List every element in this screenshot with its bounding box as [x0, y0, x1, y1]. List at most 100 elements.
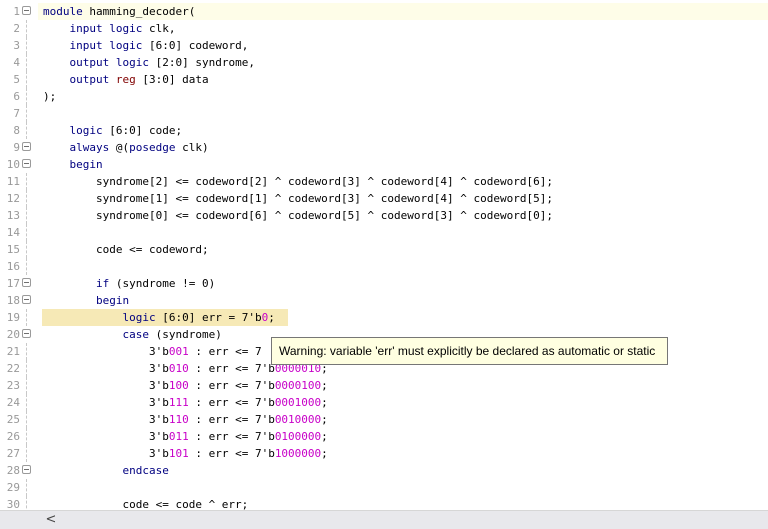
- fold-guide: [26, 258, 27, 275]
- fold-guide: [26, 37, 27, 54]
- number-literal: 100: [168, 379, 189, 392]
- line-number: 6: [13, 90, 20, 103]
- code-line[interactable]: 25 3'b110 : err <= 7'b0010000;: [0, 411, 768, 428]
- fold-guide: [26, 54, 27, 71]
- fold-guide: [26, 20, 27, 37]
- code-line[interactable]: 9 always @(posedge clk): [0, 139, 768, 156]
- code-token: ;: [268, 311, 275, 324]
- code-token: [3:0] data: [135, 73, 209, 86]
- line-number: 11: [6, 175, 20, 188]
- code-token: ;: [321, 379, 328, 392]
- code-line[interactable]: 3 input logic [6:0] codeword,: [0, 37, 768, 54]
- fold-toggle-icon[interactable]: [22, 159, 31, 168]
- line-number: 2: [13, 22, 20, 35]
- code-line[interactable]: 12 syndrome[1] <= codeword[1] ^ codeword…: [0, 190, 768, 207]
- fold-toggle-icon[interactable]: [22, 142, 31, 151]
- keyword-token: logic: [122, 311, 156, 324]
- code-line[interactable]: 4 output logic [2:0] syndrome,: [0, 54, 768, 71]
- keyword-token: output: [69, 73, 110, 86]
- keyword-token: logic: [109, 39, 143, 52]
- code-token: clk): [175, 141, 209, 154]
- code-line[interactable]: 13 syndrome[0] <= codeword[6] ^ codeword…: [0, 207, 768, 224]
- fold-toggle-icon[interactable]: [22, 465, 31, 474]
- fold-guide: [26, 343, 27, 360]
- fold-guide: [26, 377, 27, 394]
- line-number: 8: [13, 124, 20, 137]
- code-line[interactable]: 14: [0, 224, 768, 241]
- line-number: 15: [6, 243, 20, 256]
- code-token: [6:0] codeword,: [142, 39, 249, 52]
- code-text: begin: [43, 156, 103, 173]
- number-literal: 0000100: [274, 379, 322, 392]
- keyword-token: input: [69, 22, 103, 35]
- code-editor[interactable]: 1 module hamming_decoder(2 input logic cl…: [0, 0, 768, 512]
- code-line[interactable]: 23 3'b100 : err <= 7'b0000100;: [0, 377, 768, 394]
- code-line[interactable]: 29: [0, 479, 768, 496]
- code-line[interactable]: 10 begin: [0, 156, 768, 173]
- code-token: 3'b: [43, 447, 169, 460]
- code-text: 3'b101 : err <= 7'b1000000;: [43, 445, 328, 462]
- code-token: : err <= 7'b: [188, 396, 275, 409]
- keyword-token: begin: [69, 158, 103, 171]
- code-text: output logic [2:0] syndrome,: [43, 54, 255, 71]
- fold-guide: [26, 445, 27, 462]
- code-line[interactable]: 6);: [0, 88, 768, 105]
- code-line[interactable]: 11 syndrome[2] <= codeword[2] ^ codeword…: [0, 173, 768, 190]
- code-line[interactable]: 1 module hamming_decoder(: [0, 3, 768, 20]
- line-number: 20: [6, 328, 20, 341]
- code-line[interactable]: 18 begin: [0, 292, 768, 309]
- code-text: begin: [43, 292, 129, 309]
- code-token: [2:0] syndrome,: [149, 56, 255, 69]
- keyword-token: endcase: [122, 464, 169, 477]
- code-token: 3'b: [43, 379, 169, 392]
- code-line[interactable]: 5 output reg [3:0] data: [0, 71, 768, 88]
- keyword-token: logic: [109, 22, 143, 35]
- code-text: case (syndrome): [43, 326, 221, 343]
- code-token: : err <= 7'b: [188, 430, 275, 443]
- horizontal-scrollbar[interactable]: <: [0, 510, 768, 529]
- code-line[interactable]: 7: [0, 105, 768, 122]
- code-line[interactable]: 16: [0, 258, 768, 275]
- code-text: logic [6:0] code;: [43, 122, 183, 139]
- keyword-token: logic: [115, 56, 149, 69]
- code-token: code <= codeword;: [43, 243, 209, 256]
- code-token: clk,: [142, 22, 176, 35]
- code-token: ;: [321, 413, 328, 426]
- code-text: 3'b001 : err <= 7: [43, 343, 262, 360]
- line-number: 22: [6, 362, 20, 375]
- fold-toggle-icon[interactable]: [22, 6, 31, 15]
- code-line[interactable]: 27 3'b101 : err <= 7'b1000000;: [0, 445, 768, 462]
- fold-toggle-icon[interactable]: [22, 278, 31, 287]
- code-line[interactable]: 28 endcase: [0, 462, 768, 479]
- line-number: 28: [6, 464, 20, 477]
- line-number: 17: [6, 277, 20, 290]
- line-number: 18: [6, 294, 20, 307]
- code-token: syndrome[2] <= codeword[2] ^ codeword[3]…: [43, 175, 553, 188]
- code-text: 3'b011 : err <= 7'b0100000;: [43, 428, 328, 445]
- code-line[interactable]: 24 3'b111 : err <= 7'b0001000;: [0, 394, 768, 411]
- fold-guide: [26, 241, 27, 258]
- keyword-token: always: [69, 141, 110, 154]
- line-number: 25: [6, 413, 20, 426]
- number-literal: 110: [168, 413, 189, 426]
- code-line[interactable]: 2 input logic clk,: [0, 20, 768, 37]
- code-token: syndrome[1] <= codeword[1] ^ codeword[3]…: [43, 192, 553, 205]
- code-line[interactable]: 8 logic [6:0] code;: [0, 122, 768, 139]
- code-token: @(: [109, 141, 130, 154]
- code-line[interactable]: 19 logic [6:0] err = 7'b0;: [0, 309, 768, 326]
- code-line[interactable]: 15 code <= codeword;: [0, 241, 768, 258]
- scroll-left-arrow-icon[interactable]: <: [42, 511, 60, 529]
- fold-toggle-icon[interactable]: [22, 295, 31, 304]
- keyword-token: reg: [115, 73, 136, 86]
- fold-toggle-icon[interactable]: [22, 329, 31, 338]
- number-literal: 1000000: [274, 447, 322, 460]
- code-line[interactable]: 26 3'b011 : err <= 7'b0100000;: [0, 428, 768, 445]
- code-token: : err <= 7'b: [188, 362, 275, 375]
- line-number: 19: [6, 311, 20, 324]
- code-line[interactable]: 17 if (syndrome != 0): [0, 275, 768, 292]
- line-number: 10: [6, 158, 20, 171]
